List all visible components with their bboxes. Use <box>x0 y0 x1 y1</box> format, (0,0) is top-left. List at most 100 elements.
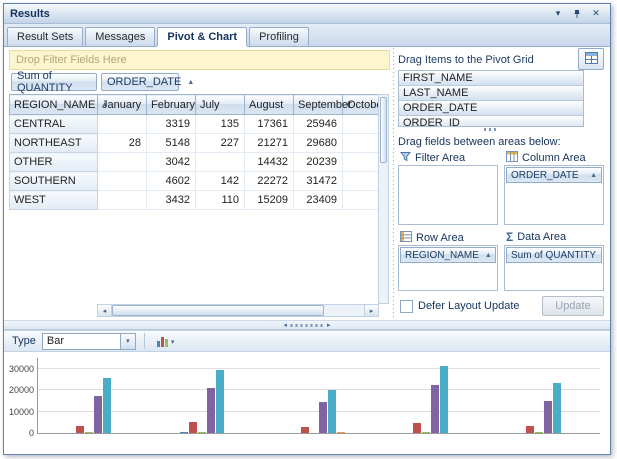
pivot-cell <box>343 191 380 210</box>
chevron-down-icon[interactable]: ▾ <box>120 334 135 349</box>
pivot-cell <box>196 153 245 172</box>
column-area-field-order-date[interactable]: ORDER_DATE ▲ <box>506 167 602 183</box>
pivot-row-header[interactable]: SOUTHERN <box>10 172 98 191</box>
bar-september-central <box>103 378 111 433</box>
toolbar-separator <box>144 333 145 349</box>
chart-icon <box>157 336 168 347</box>
row-area-icon <box>400 231 412 245</box>
bar-january-northeast <box>180 432 188 433</box>
horizontal-scrollbar-thumb[interactable] <box>112 305 324 316</box>
y-tick-label: 0 <box>29 428 34 438</box>
tab-messages[interactable]: Messages <box>85 27 155 46</box>
defer-layout-checkbox[interactable] <box>400 300 413 313</box>
pivot-cell: 142 <box>196 172 245 191</box>
y-tick-label: 20000 <box>9 385 34 395</box>
scroll-right-icon[interactable]: ▸ <box>364 305 378 316</box>
horizontal-scrollbar[interactable]: ◂ ▸ <box>97 304 379 317</box>
update-button[interactable]: Update <box>542 296 604 316</box>
bar-february-central <box>76 426 84 433</box>
filter-area-header: Filter Area <box>400 151 465 165</box>
window-menu-icon[interactable]: ▾ <box>550 7 566 21</box>
areas-caption: Drag fields between areas below: <box>398 136 561 148</box>
bar-august-southern <box>431 385 439 433</box>
data-area-field-sum-of-quantity[interactable]: Sum of QUANTITY <box>506 247 602 263</box>
vertical-scrollbar[interactable] <box>378 94 389 304</box>
pivot-cell: 110 <box>196 191 245 210</box>
pin-icon[interactable] <box>569 7 585 21</box>
horizontal-splitter[interactable]: ◂ ▸ <box>4 320 610 330</box>
filter-area-label: Filter Area <box>415 152 465 164</box>
pivot-cell <box>98 115 147 134</box>
pivot-header-row: REGION_NAME▲ January February July Augus… <box>10 95 380 115</box>
splitter-grip[interactable]: ◂ ▸ <box>283 322 330 329</box>
bar-august-northeast <box>207 388 215 433</box>
tab-result-sets[interactable]: Result Sets <box>7 27 83 46</box>
defer-layout-label: Defer Layout Update <box>418 300 520 313</box>
pivot-row-header[interactable]: CENTRAL <box>10 115 98 134</box>
panel-titlebar[interactable]: Results ▾ ✕ <box>4 4 610 24</box>
pivot-cell: 31472 <box>294 172 343 191</box>
pivot-row-header[interactable]: OTHER <box>10 153 98 172</box>
pivot-cell <box>98 172 147 191</box>
gridline <box>38 389 600 390</box>
data-field-button[interactable]: Sum of QUANTITY <box>11 73 97 91</box>
field-chooser-button[interactable] <box>578 48 604 70</box>
pivot-column-header-july[interactable]: July <box>196 95 245 115</box>
grip-dots <box>290 324 324 327</box>
filter-area-box[interactable] <box>398 165 498 225</box>
pivot-cell: 17361 <box>245 115 294 134</box>
scroll-left-icon[interactable]: ◂ <box>98 305 112 316</box>
column-area-box[interactable]: ORDER_DATE ▲ <box>504 165 604 225</box>
tab-pivot-chart[interactable]: Pivot & Chart <box>157 27 247 46</box>
field-item-order-id[interactable]: ORDER_ID <box>399 116 583 127</box>
pivot-column-header-january[interactable]: January <box>98 95 147 115</box>
bar-february-southern <box>413 423 421 433</box>
pivot-row-northeast: NORTHEAST 28 5148 227 21271 29680 <box>10 134 380 153</box>
bar-september-other <box>328 390 336 433</box>
pivot-cell: 3042 <box>147 153 196 172</box>
pivot-row-central: CENTRAL 3319 135 17361 25946 <box>10 115 380 134</box>
filter-icon <box>400 151 411 165</box>
vertical-scrollbar-thumb[interactable] <box>380 97 387 163</box>
pivot-column-header-september[interactable]: September <box>294 95 343 115</box>
pivot-cell <box>343 134 380 153</box>
bar-july-southern <box>422 432 430 433</box>
data-area-box[interactable]: Sum of QUANTITY <box>504 245 604 291</box>
pivot-cell: 14432 <box>245 153 294 172</box>
pill-label: ORDER_DATE <box>511 170 579 181</box>
row-field-header[interactable]: REGION_NAME▲ <box>10 95 98 115</box>
tab-profiling[interactable]: Profiling <box>249 27 309 46</box>
y-tick-label: 30000 <box>9 364 34 374</box>
panel-title: Results <box>10 8 547 20</box>
results-panel: Results ▾ ✕ Result Sets Messages Pivot &… <box>3 3 611 455</box>
gridline <box>38 368 600 369</box>
close-icon[interactable]: ✕ <box>588 7 604 21</box>
data-area-label: Data Area <box>517 231 566 243</box>
field-item-order-date[interactable]: ORDER_DATE <box>399 101 583 116</box>
pivot-cell: 4602 <box>147 172 196 191</box>
row-field-label: REGION_NAME <box>14 99 95 111</box>
field-chooser-title: Drag Items to the Pivot Grid <box>398 54 534 66</box>
sort-asc-icon: ▲ <box>187 79 194 86</box>
pivot-column-header-february[interactable]: February <box>147 95 196 115</box>
row-area-label: Row Area <box>416 232 464 244</box>
sigma-icon: Σ <box>506 232 513 243</box>
column-field-button[interactable]: ORDER_DATE ▲ <box>101 73 179 91</box>
pill-label: Sum of QUANTITY <box>511 250 596 261</box>
row-area-field-region-name[interactable]: REGION_NAME ▲ <box>400 247 496 263</box>
field-item-last-name[interactable]: LAST_NAME <box>399 86 583 101</box>
field-list-resize-grip[interactable] <box>398 128 584 131</box>
pivot-cell: 20239 <box>294 153 343 172</box>
bar-july-central <box>85 432 93 433</box>
pivot-row-header[interactable]: WEST <box>10 191 98 210</box>
chart-options-button[interactable]: ▾ <box>153 334 179 349</box>
row-area-box[interactable]: REGION_NAME ▲ <box>398 245 498 291</box>
pivot-row-header[interactable]: NORTHEAST <box>10 134 98 153</box>
field-item-first-name[interactable]: FIRST_NAME <box>399 71 583 86</box>
pivot-cell <box>343 153 380 172</box>
pivot-cell: 28 <box>98 134 147 153</box>
chart-type-select[interactable]: Bar ▾ <box>42 333 136 350</box>
pivot-column-header-october[interactable]: October <box>343 95 380 115</box>
drop-filter-area[interactable]: Drop Filter Fields Here <box>9 50 390 70</box>
pivot-column-header-august[interactable]: August <box>245 95 294 115</box>
